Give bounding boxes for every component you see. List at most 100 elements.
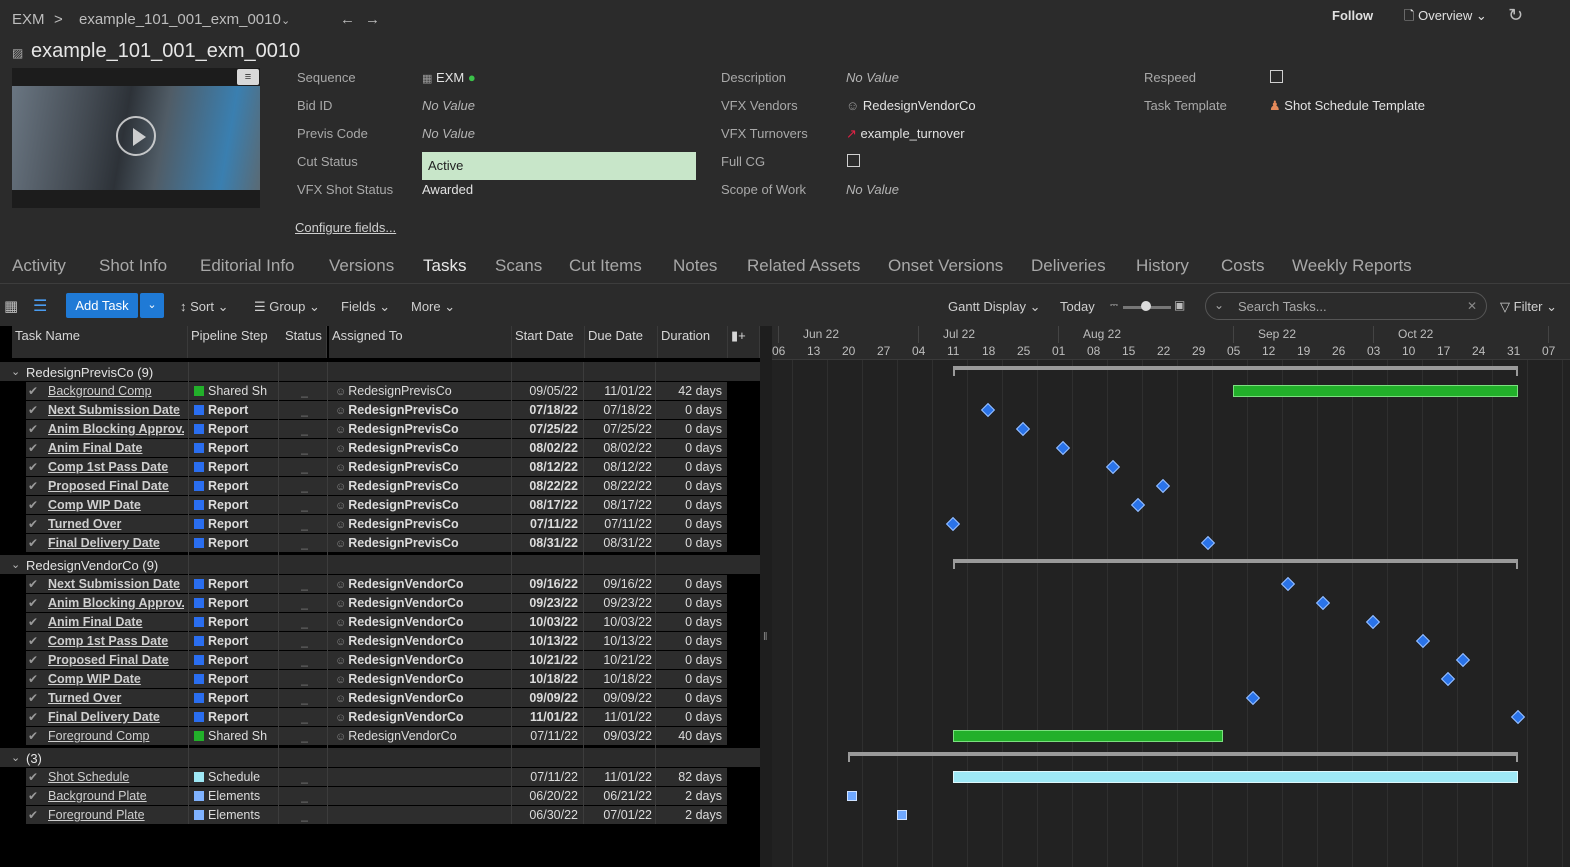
- due-date[interactable]: 07/18/22: [586, 403, 652, 417]
- column-header-assigned-to[interactable]: Assigned To: [329, 326, 512, 358]
- duration[interactable]: 0 days: [658, 460, 722, 474]
- task-check-icon[interactable]: ✔: [28, 577, 38, 591]
- assigned-to[interactable]: RedesignVendorCo: [335, 672, 511, 686]
- assigned-to[interactable]: RedesignVendorCo: [335, 615, 511, 629]
- table-row[interactable]: ✔ Next Submission Date Report _ RedesignVend…: [26, 575, 727, 593]
- gantt-milestone[interactable]: [1015, 421, 1031, 437]
- table-row[interactable]: ✔ Foreground Comp Shared Sh _ RedesignVendor…: [26, 727, 727, 745]
- task-name-link[interactable]: Anim Final Date: [48, 615, 184, 629]
- tab-related-assets[interactable]: Related Assets: [747, 256, 860, 276]
- duration[interactable]: 0 days: [658, 517, 722, 531]
- chevron-down-icon[interactable]: ⌄: [281, 14, 290, 27]
- gantt-task-bar[interactable]: [897, 810, 907, 820]
- duration[interactable]: 0 days: [658, 672, 722, 686]
- task-check-icon[interactable]: ✔: [28, 384, 38, 398]
- status-cell[interactable]: _: [301, 672, 308, 686]
- task-name-link[interactable]: Shot Schedule: [48, 770, 184, 784]
- due-date[interactable]: 07/25/22: [586, 422, 652, 436]
- task-check-icon[interactable]: ✔: [28, 672, 38, 686]
- gantt-summary-bar[interactable]: [953, 559, 1518, 569]
- table-row[interactable]: ✔ Proposed Final Date Report _ RedesignPrevi…: [26, 477, 727, 495]
- breadcrumb-shot[interactable]: example_101_001_exm_0010: [79, 11, 281, 28]
- status-cell[interactable]: _: [301, 691, 308, 705]
- column-header-start-date[interactable]: Start Date: [512, 326, 585, 358]
- task-name-link[interactable]: Anim Blocking Approv...: [48, 596, 184, 610]
- due-date[interactable]: 10/18/22: [586, 672, 652, 686]
- task-check-icon[interactable]: ✔: [28, 729, 38, 743]
- table-row[interactable]: ✔ Next Submission Date Report _ RedesignPrev…: [26, 401, 727, 419]
- gantt-task-bar[interactable]: [1233, 385, 1518, 397]
- table-row[interactable]: ✔ Anim Blocking Approv... Report _ RedesignP…: [26, 420, 727, 438]
- duration[interactable]: 40 days: [658, 729, 722, 743]
- column-config-icon[interactable]: ▮+: [728, 326, 760, 358]
- status-cell[interactable]: _: [301, 441, 308, 455]
- start-date[interactable]: 07/18/22: [514, 403, 578, 417]
- due-date[interactable]: 07/01/22: [586, 808, 652, 822]
- start-date[interactable]: 08/12/22: [514, 460, 578, 474]
- start-date[interactable]: 06/30/22: [514, 808, 578, 822]
- status-cell[interactable]: _: [301, 422, 308, 436]
- zoom-slider-handle[interactable]: [1141, 301, 1151, 311]
- gantt-milestone[interactable]: [1105, 459, 1121, 475]
- assigned-to[interactable]: RedesignVendorCo: [335, 653, 511, 667]
- task-name-link[interactable]: Next Submission Date: [48, 403, 184, 417]
- duration[interactable]: 0 days: [658, 615, 722, 629]
- table-row[interactable]: ✔ Final Delivery Date Report _ RedesignVendo…: [26, 708, 727, 726]
- task-name-link[interactable]: Background Comp: [48, 384, 184, 398]
- status-cell[interactable]: _: [301, 653, 308, 667]
- status-cell[interactable]: _: [301, 384, 308, 398]
- due-date[interactable]: 07/11/22: [586, 517, 652, 531]
- duration[interactable]: 82 days: [658, 770, 722, 784]
- task-name-link[interactable]: Turned Over: [48, 691, 184, 705]
- status-cell[interactable]: _: [301, 577, 308, 591]
- duration[interactable]: 2 days: [658, 789, 722, 803]
- start-date[interactable]: 08/02/22: [514, 441, 578, 455]
- duration[interactable]: 0 days: [658, 536, 722, 550]
- tab-onset-versions[interactable]: Onset Versions: [888, 256, 1003, 276]
- start-date[interactable]: 09/09/22: [514, 691, 578, 705]
- table-row[interactable]: ✔Comp WIP DateReport_RedesignPrevisCo08/…: [26, 496, 727, 514]
- field-value-task-template[interactable]: ♟ Shot Schedule Template: [1269, 98, 1425, 114]
- status-cell[interactable]: _: [301, 710, 308, 724]
- list-view-icon[interactable]: ☰: [33, 296, 47, 316]
- assigned-to[interactable]: RedesignPrevisCo: [335, 384, 511, 398]
- task-name-link[interactable]: Turned Over: [48, 517, 184, 531]
- start-date[interactable]: 09/16/22: [514, 577, 578, 591]
- clear-search-icon[interactable]: ✕: [1467, 299, 1477, 313]
- duration[interactable]: 0 days: [658, 634, 722, 648]
- duration[interactable]: 0 days: [658, 653, 722, 667]
- start-date[interactable]: 08/31/22: [514, 536, 578, 550]
- task-check-icon[interactable]: ✔: [28, 460, 38, 474]
- respeed-checkbox[interactable]: [1270, 70, 1283, 83]
- task-check-icon[interactable]: ✔: [28, 710, 38, 724]
- forward-arrow-icon[interactable]: →: [365, 11, 380, 28]
- table-row[interactable]: ✔ Background Comp Shared Sh _ RedesignPrevis…: [26, 382, 727, 400]
- task-check-icon[interactable]: ✔: [28, 653, 38, 667]
- gantt-milestone[interactable]: [1155, 478, 1171, 494]
- gantt-milestone[interactable]: [1510, 709, 1526, 725]
- group-header[interactable]: ⌄ (3): [0, 748, 760, 767]
- duration[interactable]: 0 days: [658, 498, 722, 512]
- gantt-milestone[interactable]: [1415, 633, 1431, 649]
- thumbnail[interactable]: [12, 68, 260, 208]
- due-date[interactable]: 11/01/22: [586, 770, 652, 784]
- sort-button[interactable]: ↕ Sort ⌄: [180, 299, 228, 315]
- duration[interactable]: 0 days: [658, 441, 722, 455]
- task-check-icon[interactable]: ✔: [28, 517, 38, 531]
- table-row[interactable]: ✔ Shot Schedule Schedule _ 07/11/22 11/01/22 8…: [26, 768, 727, 786]
- task-name-link[interactable]: Background Plate: [48, 789, 184, 803]
- gantt-milestone[interactable]: [1055, 440, 1071, 456]
- table-row[interactable]: ✔ Comp 1st Pass Date Report _ RedesignVendor…: [26, 632, 727, 650]
- start-date[interactable]: 07/11/22: [514, 517, 578, 531]
- column-header-duration[interactable]: Duration: [658, 326, 728, 358]
- table-row[interactable]: ✔ Anim Blocking Approv... Report _ RedesignV…: [26, 594, 727, 612]
- tab-shot-info[interactable]: Shot Info: [99, 256, 167, 276]
- field-value-sequence[interactable]: ▦ EXM ●: [422, 70, 476, 85]
- task-check-icon[interactable]: ✔: [28, 479, 38, 493]
- assigned-to[interactable]: RedesignPrevisCo: [335, 498, 511, 512]
- status-cell[interactable]: _: [301, 403, 308, 417]
- tab-versions[interactable]: Versions: [329, 256, 394, 276]
- due-date[interactable]: 06/21/22: [586, 789, 652, 803]
- task-check-icon[interactable]: ✔: [28, 403, 38, 417]
- tab-activity[interactable]: Activity: [12, 256, 66, 276]
